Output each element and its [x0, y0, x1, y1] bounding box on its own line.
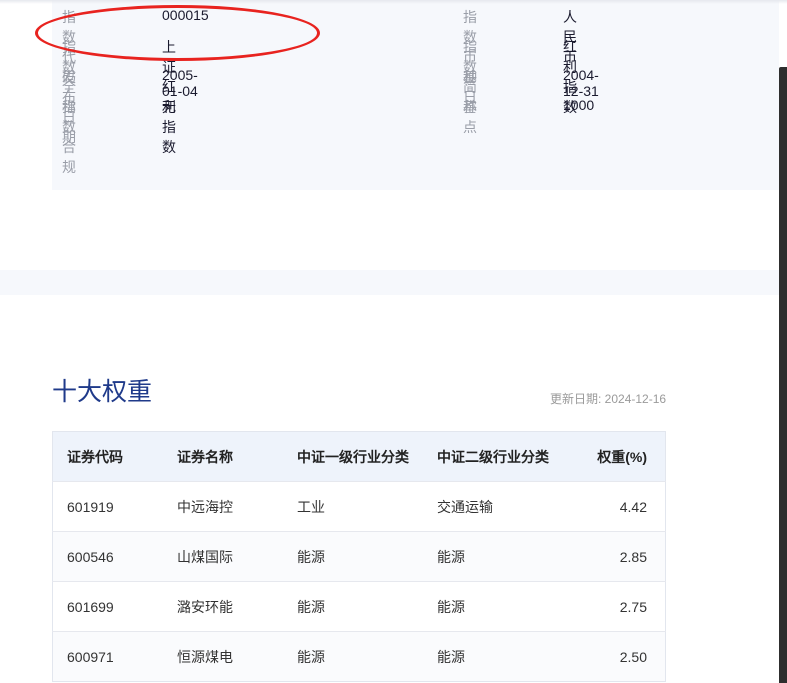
- info-label: 指数合规: [62, 99, 76, 175]
- table-cell: 2.50: [569, 631, 666, 682]
- info-value: 2004-12-31: [563, 67, 599, 99]
- table-cell: 能源: [283, 581, 423, 632]
- table-cell: 600546: [52, 531, 163, 582]
- info-value: 无: [162, 99, 176, 115]
- table-cell: 4.42: [569, 481, 666, 532]
- table-cell: 恒源煤电: [163, 631, 283, 682]
- table-cell: 能源: [283, 531, 423, 582]
- table-cell: 能源: [423, 631, 570, 682]
- info-value: 2005-01-04: [162, 67, 198, 99]
- column-header: 证券名称: [163, 431, 283, 482]
- section-divider: [0, 270, 779, 295]
- column-header: 权重(%): [569, 431, 666, 482]
- table-cell: 山煤国际: [163, 531, 283, 582]
- table-cell: 交通运输: [423, 481, 570, 532]
- column-header: 中证二级行业分类: [423, 431, 570, 482]
- section-title: 十大权重: [52, 378, 153, 406]
- table-cell: 2.75: [569, 581, 666, 632]
- column-header: 证券代码: [52, 431, 163, 482]
- info-value: 1000: [563, 97, 595, 113]
- update-date: 更新日期: 2024-12-16: [550, 392, 667, 406]
- table-cell: 潞安环能: [163, 581, 283, 632]
- table-cell: 能源: [423, 581, 570, 632]
- table-cell: 能源: [283, 631, 423, 682]
- info-label: 基点: [463, 99, 477, 135]
- table-row: 600971 恒源煤电 能源 能源 2.50: [52, 631, 666, 682]
- top-weights-table: 证券代码 证券名称 中证一级行业分类 中证二级行业分类 权重(%) 601919…: [52, 431, 666, 682]
- table-row: 601919 中远海控 工业 交通运输 4.42: [52, 481, 666, 532]
- scrollbar[interactable]: [779, 67, 787, 683]
- table-cell: 中远海控: [163, 481, 283, 532]
- top-shadow: [0, 0, 787, 4]
- table-row: 601699 潞安环能 能源 能源 2.75: [52, 581, 666, 632]
- table-cell: 工业: [283, 481, 423, 532]
- table-cell: 601919: [52, 481, 163, 532]
- table-row: 600546 山煤国际 能源 能源 2.85: [52, 531, 666, 582]
- table-cell: 2.85: [569, 531, 666, 582]
- table-cell: 能源: [423, 531, 570, 582]
- column-header: 中证一级行业分类: [283, 431, 423, 482]
- table-cell: 600971: [52, 631, 163, 682]
- table-cell: 601699: [52, 581, 163, 632]
- red-annotation-ellipse: [35, 5, 320, 61]
